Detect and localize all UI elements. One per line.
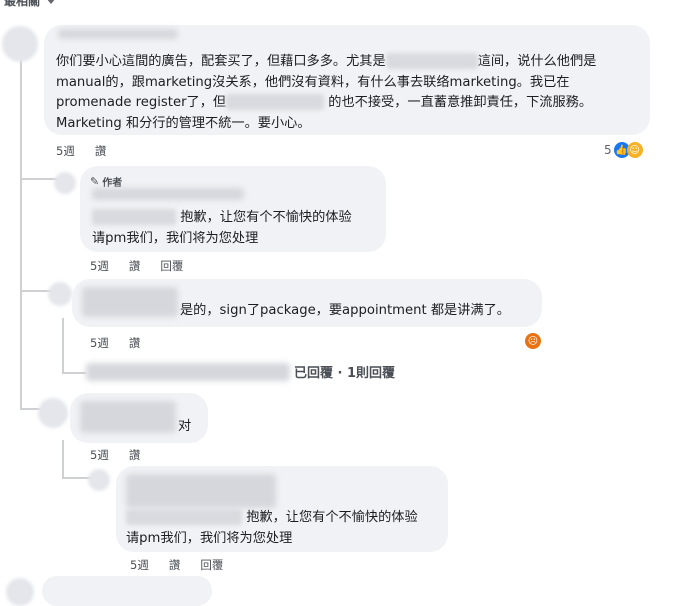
like-button[interactable]: 讚: [129, 335, 141, 351]
reply-button[interactable]: 回覆: [200, 557, 223, 573]
sort-dropdown[interactable]: 最相關: [4, 0, 57, 9]
thread-connector: [62, 372, 86, 374]
redacted-text: [92, 209, 176, 225]
author-badge: ✎ 作者: [90, 174, 122, 189]
avatar[interactable]: [38, 398, 68, 428]
comment-bubble: [42, 576, 212, 606]
chevron-down-icon: [46, 0, 57, 4]
comment-text: 是的，sign了package，要appointment 都是讲满了。: [180, 303, 510, 318]
comment-meta: 5週 讚 回覆: [90, 258, 183, 274]
avatar[interactable]: [2, 26, 38, 62]
comment-bubble: 你们要小心這間的廣告，配套买了，但藉口多多。尤其是 這间，说什么他們是manual…: [44, 25, 650, 135]
comment-line: 抱歉，让您有个不愉快的体验: [180, 210, 352, 225]
replies-summary[interactable]: 已回覆 · 1則回覆: [294, 362, 395, 381]
reaction-count: 5: [604, 143, 612, 157]
comment-meta: 5週 讚: [90, 335, 140, 351]
timestamp[interactable]: 5週: [90, 335, 109, 351]
comment-text-part: 你们要小心這間的廣告，配套买了，但藉口多多。尤其是: [56, 54, 386, 69]
author-name-redacted[interactable]: [82, 287, 178, 317]
reaction-summary[interactable]: ☹: [525, 333, 541, 349]
comment-bubble: 对: [70, 393, 208, 443]
timestamp[interactable]: 5週: [90, 258, 109, 274]
comment-bubble: ✎ 作者 抱歉，让您有个不愉快的体验 请pm我们，我们将为您处理: [80, 166, 386, 252]
redacted-text: [385, 53, 478, 69]
thread-connector: [20, 178, 58, 180]
thread-line: [62, 318, 64, 373]
author-badge-label: 作者: [102, 178, 123, 189]
author-name-redacted[interactable]: [126, 474, 276, 508]
comment-bubble: 是的，sign了package，要appointment 都是讲满了。: [72, 279, 542, 327]
timestamp[interactable]: 5週: [56, 143, 75, 159]
comment-line: 请pm我们，我们将为您处理: [92, 230, 259, 246]
comment-text: 对: [178, 419, 192, 434]
like-button[interactable]: 讚: [95, 143, 107, 159]
like-button[interactable]: 讚: [169, 557, 181, 573]
comment-text: 抱歉，让您有个不愉快的体验 请pm我们，我们将为您处理: [92, 208, 352, 249]
author-name-redacted[interactable]: [80, 401, 176, 433]
timestamp[interactable]: 5週: [90, 447, 109, 463]
avatar[interactable]: [48, 282, 72, 306]
avatar[interactable]: [54, 172, 76, 194]
avatar[interactable]: [6, 578, 34, 606]
view-replies-link[interactable]: 已回覆 · 1則回覆: [86, 362, 395, 381]
comment-meta: 5週 讚 回覆: [130, 557, 223, 573]
angry-reaction-icon: ☹: [525, 333, 541, 349]
author-name-redacted[interactable]: [92, 188, 244, 200]
like-button[interactable]: 讚: [129, 447, 141, 463]
comment-line: 请pm我们，我们将为您处理: [126, 530, 293, 546]
replier-names-redacted: [86, 362, 290, 381]
author-name-redacted[interactable]: [58, 29, 178, 39]
comment-line: 抱歉，让您有个不愉快的体验: [246, 510, 418, 525]
comment-text: 你们要小心這間的廣告，配套买了，但藉口多多。尤其是 這间，说什么他們是manual…: [56, 52, 641, 134]
care-reaction-icon: ☺: [626, 142, 643, 158]
thread-line: [20, 60, 22, 410]
redacted-text: [226, 94, 325, 110]
like-button[interactable]: 讚: [129, 258, 141, 274]
timestamp[interactable]: 5週: [130, 557, 149, 573]
sort-label: 最相關: [4, 0, 41, 8]
pencil-icon: ✎: [90, 175, 100, 188]
reaction-summary[interactable]: 5 👍 ☺: [604, 142, 643, 158]
thread-line: [62, 440, 64, 478]
comment-meta: 5週 讚: [90, 447, 140, 463]
comment-meta: 5週 讚: [56, 143, 106, 159]
comment-text: 抱歉，让您有个不愉快的体验 请pm我们，我们将为您处理: [126, 508, 418, 549]
comment-bubble: 抱歉，让您有个不愉快的体验 请pm我们，我们将为您处理: [116, 466, 448, 552]
avatar[interactable]: [88, 469, 110, 491]
reply-button[interactable]: 回覆: [160, 258, 183, 274]
redacted-text: [126, 509, 242, 525]
